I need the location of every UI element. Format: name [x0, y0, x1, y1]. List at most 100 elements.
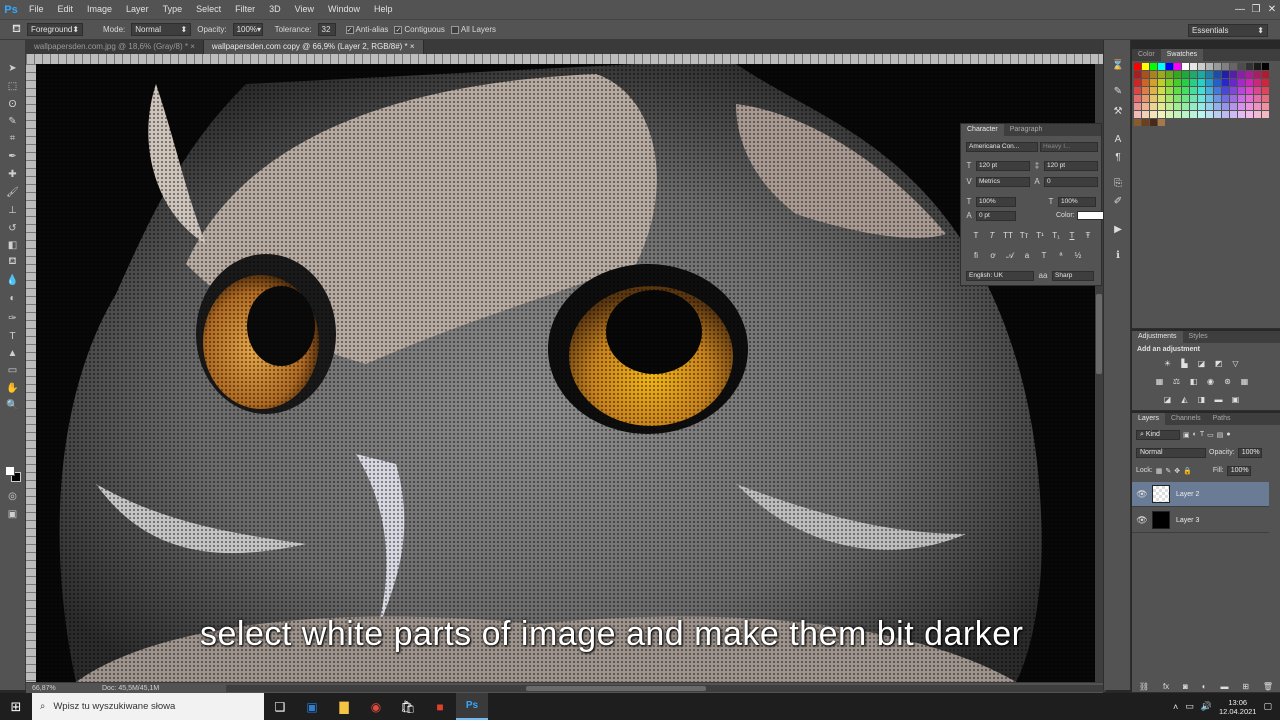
- swatch[interactable]: [1262, 71, 1269, 78]
- filter-pixel-icon[interactable]: ▣: [1183, 431, 1190, 439]
- swatch[interactable]: [1238, 87, 1245, 94]
- swatch[interactable]: [1142, 95, 1149, 102]
- small-caps-button[interactable]: Tт: [1017, 231, 1031, 240]
- actions-icon[interactable]: ▶: [1110, 224, 1126, 238]
- swatch[interactable]: [1158, 71, 1165, 78]
- lock-transparent-icon[interactable]: ▦: [1156, 467, 1163, 475]
- posterize-icon[interactable]: ◭: [1179, 395, 1190, 405]
- swatch[interactable]: [1150, 95, 1157, 102]
- zoom-tool-icon[interactable]: 🔍: [4, 397, 21, 413]
- tab-document-2[interactable]: wallpapersden.com copy @ 66,9% (Layer 2,…: [203, 40, 424, 54]
- baseline-shift-field[interactable]: 0 pt: [976, 210, 1016, 221]
- swatch[interactable]: [1198, 87, 1205, 94]
- language-dropdown[interactable]: English: UK: [966, 270, 1034, 281]
- swatch[interactable]: [1190, 95, 1197, 102]
- swatch[interactable]: [1198, 63, 1205, 70]
- swatch[interactable]: [1190, 87, 1197, 94]
- color-lookup-icon[interactable]: ▦: [1239, 377, 1250, 387]
- lock-pixels-icon[interactable]: ✎: [1165, 467, 1171, 475]
- tool-presets-icon[interactable]: ⚒: [1110, 106, 1126, 120]
- swatch[interactable]: [1166, 95, 1173, 102]
- swatch[interactable]: [1142, 79, 1149, 86]
- swatch[interactable]: [1254, 103, 1261, 110]
- clone-stamp-tool-icon[interactable]: ⊥: [4, 202, 21, 218]
- history-brush-tool-icon[interactable]: ↺: [4, 220, 21, 236]
- swatch[interactable]: [1206, 63, 1213, 70]
- tab-swatches[interactable]: Swatches: [1160, 49, 1204, 61]
- monitor-app-icon[interactable]: ▣: [296, 693, 328, 720]
- swatch[interactable]: [1230, 87, 1237, 94]
- swatch[interactable]: [1214, 111, 1221, 118]
- menu-type[interactable]: Type: [156, 0, 190, 19]
- tab-color[interactable]: Color: [1132, 49, 1161, 61]
- lasso-tool-icon[interactable]: ʘ: [4, 96, 21, 112]
- exposure-icon[interactable]: ◩: [1213, 359, 1224, 369]
- swatch[interactable]: [1262, 87, 1269, 94]
- swatch[interactable]: [1174, 63, 1181, 70]
- swatch[interactable]: [1254, 95, 1261, 102]
- lock-all-icon[interactable]: 🔒: [1183, 467, 1192, 475]
- swatch[interactable]: [1134, 63, 1141, 70]
- swatch[interactable]: [1158, 111, 1165, 118]
- swatch[interactable]: [1142, 63, 1149, 70]
- swatch[interactable]: [1182, 87, 1189, 94]
- swatch[interactable]: [1158, 95, 1165, 102]
- antialias-dropdown[interactable]: Sharp: [1052, 270, 1094, 281]
- eye-icon[interactable]: 👁: [1132, 489, 1152, 500]
- layer-fill-field[interactable]: 100%: [1226, 465, 1251, 476]
- tab-adjustments[interactable]: Adjustments: [1132, 331, 1183, 343]
- swatch[interactable]: [1254, 71, 1261, 78]
- ordinal-icon[interactable]: ª: [1054, 251, 1068, 260]
- swatch[interactable]: [1238, 79, 1245, 86]
- swatch[interactable]: [1230, 95, 1237, 102]
- add-mask-icon[interactable]: ◙: [1183, 682, 1188, 691]
- restore-button[interactable]: ❐: [1248, 0, 1264, 19]
- opacity-field[interactable]: 100% ▾: [232, 23, 263, 36]
- filter-toggle-icon[interactable]: ●: [1226, 431, 1230, 438]
- swatch[interactable]: [1214, 87, 1221, 94]
- filter-type-icon[interactable]: T: [1200, 431, 1204, 438]
- swatch[interactable]: [1182, 103, 1189, 110]
- layer-filter-dropdown[interactable]: ⌕ Kind: [1136, 429, 1180, 440]
- swatch[interactable]: [1150, 71, 1157, 78]
- swatch[interactable]: [1158, 103, 1165, 110]
- tab-styles[interactable]: Styles: [1183, 331, 1214, 343]
- info-icon[interactable]: ℹ: [1110, 250, 1126, 264]
- photoshop-taskbar-icon[interactable]: Ps: [456, 693, 488, 720]
- swatch[interactable]: [1174, 103, 1181, 110]
- clock[interactable]: 13:06 12.04.2021: [1219, 698, 1257, 716]
- menu-3d[interactable]: 3D: [262, 0, 288, 19]
- fill-source-dropdown[interactable]: Foreground ⬍: [27, 23, 83, 36]
- swatch[interactable]: [1174, 87, 1181, 94]
- swatch[interactable]: [1182, 95, 1189, 102]
- swatch[interactable]: [1230, 63, 1237, 70]
- layer-row[interactable]: 👁 Layer 2: [1132, 482, 1269, 507]
- swatch[interactable]: [1190, 79, 1197, 86]
- swatch[interactable]: [1166, 71, 1173, 78]
- swatch[interactable]: [1222, 95, 1229, 102]
- all-caps-button[interactable]: TT: [1001, 231, 1015, 240]
- alternates-icon[interactable]: a: [1020, 251, 1034, 260]
- selective-color-icon[interactable]: ▣: [1230, 395, 1241, 405]
- swatch[interactable]: [1230, 79, 1237, 86]
- swatch[interactable]: [1134, 119, 1141, 126]
- swatch[interactable]: [1238, 103, 1245, 110]
- swatch[interactable]: [1182, 63, 1189, 70]
- swatch[interactable]: [1150, 63, 1157, 70]
- swatch[interactable]: [1166, 87, 1173, 94]
- swatch[interactable]: [1238, 71, 1245, 78]
- tab-character[interactable]: Character: [961, 124, 1004, 136]
- horizontal-scrollbar[interactable]: [226, 685, 1106, 692]
- swatch[interactable]: [1206, 87, 1213, 94]
- swash-icon[interactable]: 𝒜: [1003, 251, 1017, 261]
- swatch[interactable]: [1262, 95, 1269, 102]
- type-tool-icon[interactable]: T: [4, 328, 21, 344]
- curves-icon[interactable]: ◪: [1196, 359, 1207, 369]
- swatch[interactable]: [1150, 103, 1157, 110]
- swatch[interactable]: [1206, 111, 1213, 118]
- swatch[interactable]: [1198, 79, 1205, 86]
- delete-layer-icon[interactable]: 🗑: [1263, 682, 1273, 691]
- chevron-up-icon[interactable]: ˄: [1173, 702, 1178, 712]
- blend-mode-dropdown[interactable]: Normal: [1136, 447, 1206, 458]
- swatch[interactable]: [1222, 87, 1229, 94]
